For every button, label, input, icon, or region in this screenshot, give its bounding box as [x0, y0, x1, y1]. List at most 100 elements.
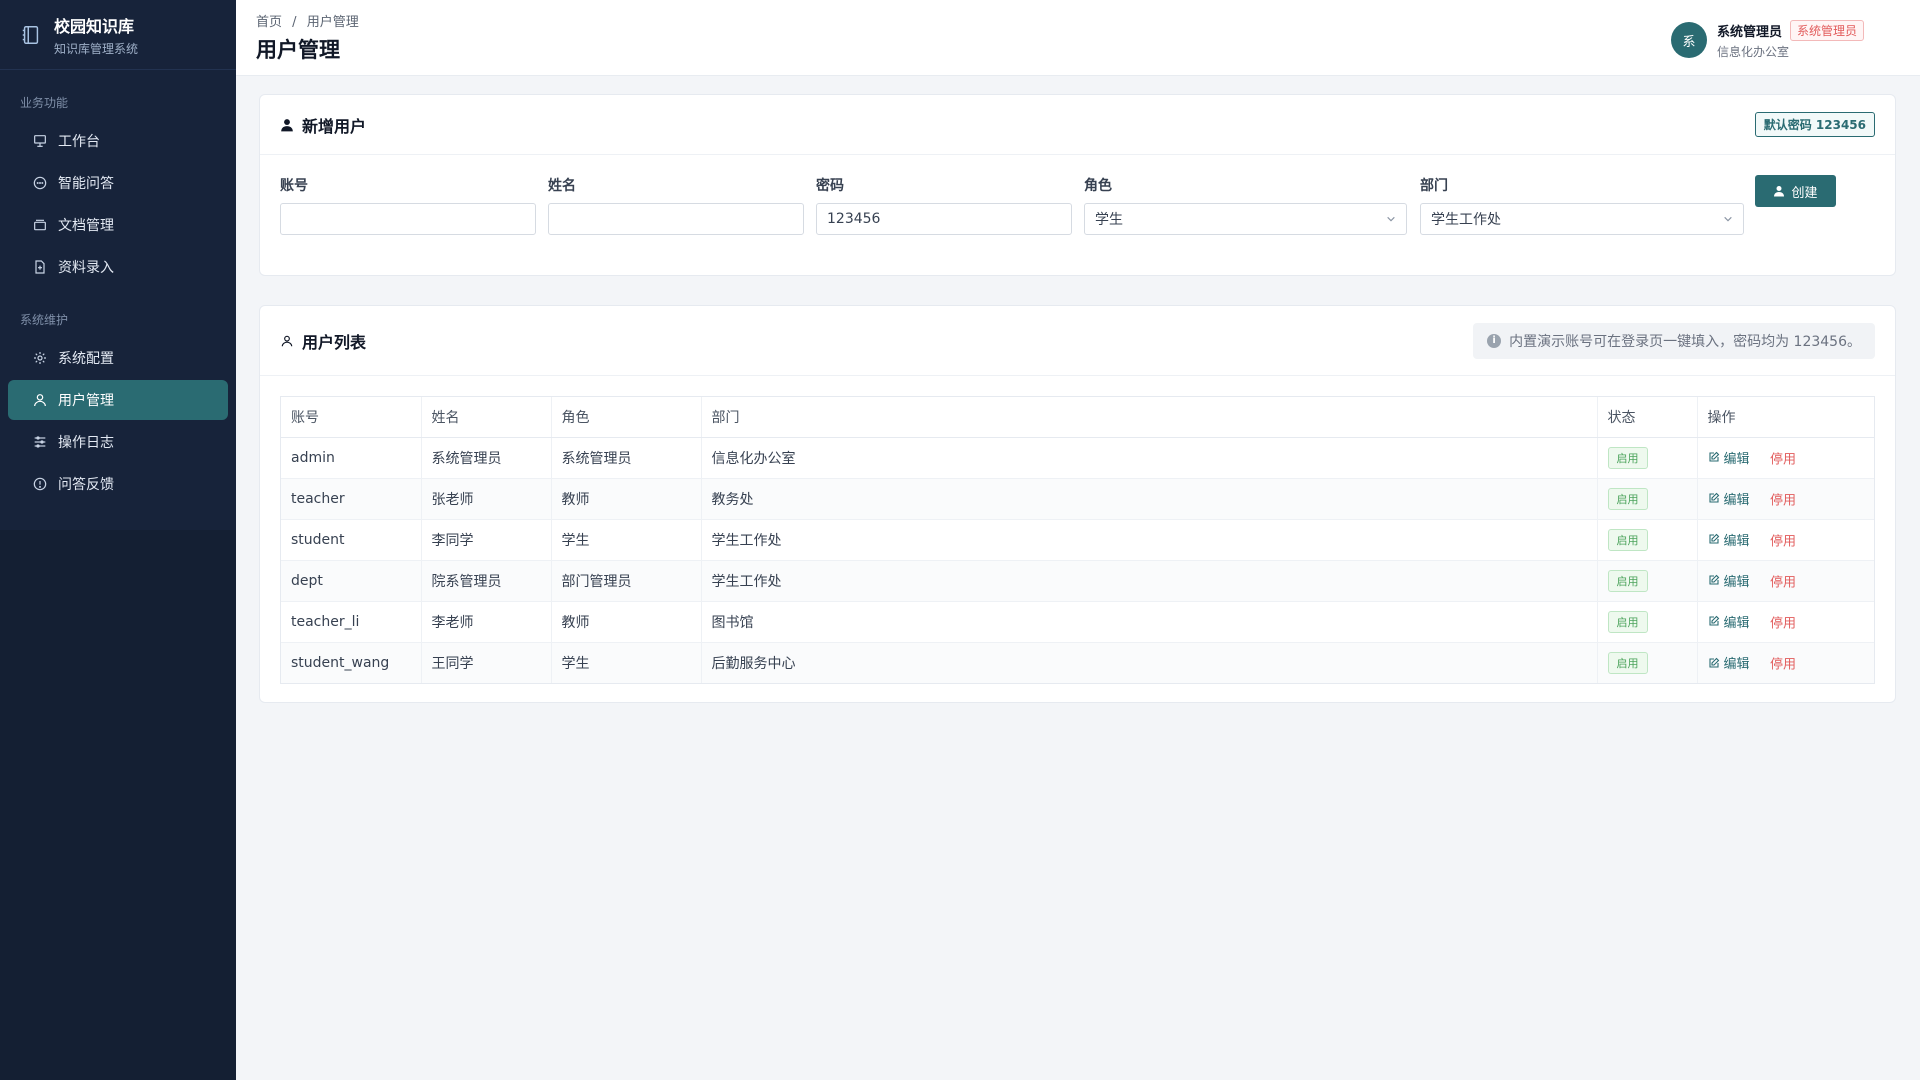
column-header-actions: 操作: [1697, 397, 1874, 438]
cell-name: 张老师: [421, 478, 552, 520]
sidebar-item-label: 工作台: [58, 134, 100, 150]
sidebar-item-label: 用户管理: [58, 393, 114, 409]
password-input[interactable]: 123456: [816, 203, 1072, 235]
password-field: 密码 123456: [816, 175, 1072, 235]
cell-dept: 图书馆: [701, 601, 1598, 643]
account-label: 账号: [280, 178, 308, 194]
cell-actions: 编辑 停用: [1697, 478, 1874, 520]
cell-name: 李同学: [421, 519, 552, 561]
edit-button[interactable]: 编辑: [1708, 571, 1750, 590]
breadcrumb-home[interactable]: 首页: [256, 15, 282, 30]
create-user-title-text: 新增用户: [302, 116, 367, 136]
cell-status: 启用: [1597, 601, 1698, 643]
gear-icon: [34, 352, 46, 364]
sidebar-item-feedback[interactable]: 问答反馈: [8, 464, 228, 504]
alert-circle-icon: [33, 477, 47, 491]
cell-name: 系统管理员: [421, 437, 552, 479]
disable-button[interactable]: 停用: [1770, 493, 1796, 508]
page-header: 首页 / 用户管理 用户管理 系 系统管理员 系统管理员 信息化办公室: [236, 0, 1920, 76]
disable-button[interactable]: 停用: [1770, 658, 1796, 673]
sidebar-item-qa[interactable]: 智能问答: [8, 163, 228, 203]
sidebar-item-workbench[interactable]: 工作台: [8, 121, 228, 161]
edit-icon: [1708, 657, 1719, 668]
table-row: teacher_li 李老师 教师 图书馆 启用 编辑 停用: [281, 601, 1874, 643]
cell-account: admin: [281, 437, 422, 479]
user-list-card: 用户列表 i 内置演示账号可在登录页一键填入，密码均为 123456。 账号 姓…: [259, 305, 1896, 703]
create-user-title: 新增用户: [280, 113, 366, 137]
disable-button[interactable]: 停用: [1770, 575, 1796, 590]
edit-button[interactable]: 编辑: [1708, 448, 1750, 467]
status-badge: 启用: [1607, 487, 1648, 510]
nav-group-system: 系统维护: [20, 313, 69, 327]
edit-label: 编辑: [1723, 533, 1750, 549]
cell-dept: 教务处: [701, 478, 1598, 520]
role-label: 角色: [1084, 178, 1112, 194]
cell-role: 系统管理员: [551, 437, 702, 479]
create-user-form: 账号 姓名 密码 123456 角色 学生 部门 学生工作处 创建: [260, 155, 1895, 275]
edit-label: 编辑: [1723, 451, 1750, 467]
table-row: admin 系统管理员 系统管理员 信息化办公室 启用 编辑 停用: [281, 437, 1874, 479]
edit-button[interactable]: 编辑: [1708, 489, 1750, 508]
sidebar-item-data-entry[interactable]: 资料录入: [8, 247, 228, 287]
sidebar-item-label: 文档管理: [58, 218, 114, 234]
edit-button[interactable]: 编辑: [1708, 653, 1750, 672]
column-header-role: 角色: [551, 397, 702, 438]
cell-actions: 编辑 停用: [1697, 601, 1874, 643]
disable-button[interactable]: 停用: [1770, 534, 1796, 549]
cell-account: student: [281, 519, 422, 561]
cell-role: 教师: [551, 478, 702, 520]
book-icon: [22, 25, 39, 44]
column-header-account: 账号: [281, 397, 422, 438]
cell-status: 启用: [1597, 642, 1698, 683]
sidebar-item-settings[interactable]: 系统配置: [8, 338, 228, 378]
create-user-card: 新增用户 默认密码 123456 账号 姓名 密码 123456 角色 学生 部…: [259, 94, 1896, 276]
cell-role: 教师: [551, 601, 702, 643]
disable-button[interactable]: 停用: [1770, 452, 1796, 467]
cell-role: 学生: [551, 642, 702, 683]
user-name: 系统管理员: [1716, 25, 1782, 40]
info-note: i 内置演示账号可在登录页一键填入，密码均为 123456。: [1473, 322, 1875, 359]
sidebar-item-label: 资料录入: [58, 260, 114, 276]
cell-status: 启用: [1597, 478, 1698, 520]
name-input[interactable]: [548, 203, 804, 235]
breadcrumb-separator: /: [292, 15, 297, 30]
cell-dept: 后勤服务中心: [701, 642, 1598, 683]
role-select[interactable]: 学生: [1084, 203, 1407, 235]
sidebar-lower-area: [0, 530, 236, 1080]
table-row: teacher 张老师 教师 教务处 启用 编辑 停用: [281, 478, 1874, 520]
cell-actions: 编辑 停用: [1697, 437, 1874, 479]
sidebar-item-label: 智能问答: [58, 176, 114, 192]
user-menu[interactable]: 系 系统管理员 系统管理员 信息化办公室: [1670, 20, 1864, 60]
user-name-row: 系统管理员 系统管理员: [1717, 20, 1864, 41]
breadcrumb: 首页 / 用户管理: [256, 11, 365, 30]
create-button[interactable]: 创建: [1755, 175, 1836, 207]
user-icon: [281, 335, 293, 346]
dept-field: 部门 学生工作处: [1420, 175, 1744, 235]
edit-icon: [1708, 492, 1719, 503]
edit-label: 编辑: [1723, 657, 1750, 672]
folder-icon: [34, 219, 46, 231]
sidebar-item-users[interactable]: 用户管理: [8, 380, 228, 420]
sliders-icon: [34, 436, 46, 448]
sidebar-item-documents[interactable]: 文档管理: [8, 205, 228, 245]
app-subtitle: 知识库管理系统: [54, 41, 139, 56]
name-field: 姓名: [548, 175, 804, 235]
table-row: student 李同学 学生 学生工作处 启用 编辑 停用: [281, 519, 1874, 561]
edit-label: 编辑: [1723, 492, 1750, 508]
sidebar-item-logs[interactable]: 操作日志: [8, 422, 228, 462]
cell-status: 启用: [1597, 560, 1698, 602]
dept-select[interactable]: 学生工作处: [1420, 203, 1744, 235]
status-badge: 启用: [1607, 528, 1648, 551]
name-label: 姓名: [548, 178, 576, 194]
edit-button[interactable]: 编辑: [1708, 612, 1750, 631]
sidebar-item-label: 问答反馈: [58, 477, 114, 493]
app-title: 校园知识库: [54, 16, 135, 36]
table-row: student_wang 王同学 学生 后勤服务中心 启用 编辑 停用: [281, 642, 1874, 683]
disable-button[interactable]: 停用: [1770, 616, 1796, 631]
role-field: 角色 学生: [1084, 175, 1407, 235]
sidebar: 校园知识库 知识库管理系统 业务功能 工作台 智能问答 文档管理 资料录入 系统…: [0, 0, 236, 1080]
user-table: 账号 姓名 角色 部门 状态 操作 admin 系统管理员 系统管理员 信息化办…: [281, 397, 1874, 683]
cell-role: 部门管理员: [551, 560, 702, 602]
edit-button[interactable]: 编辑: [1708, 530, 1750, 549]
account-input[interactable]: [280, 203, 536, 235]
